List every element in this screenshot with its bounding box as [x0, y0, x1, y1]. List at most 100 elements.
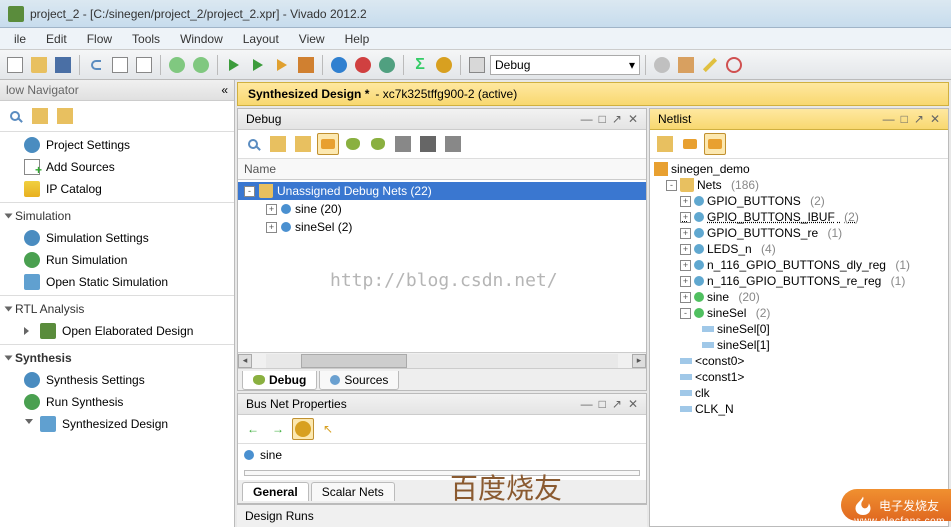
- chip2-button[interactable]: [417, 133, 439, 155]
- nav-run-synthesis[interactable]: Run Synthesis: [0, 391, 234, 413]
- copy-button[interactable]: [109, 54, 131, 76]
- tree-row-sine[interactable]: + sine (20): [238, 200, 646, 218]
- horizontal-scrollbar[interactable]: ◂ ▸: [238, 352, 646, 368]
- undo-button[interactable]: [85, 54, 107, 76]
- open-button[interactable]: [28, 54, 50, 76]
- nav-group-synthesis[interactable]: Synthesis: [0, 344, 234, 369]
- nl-item[interactable]: +sine (20): [652, 289, 946, 305]
- paste-button[interactable]: [133, 54, 155, 76]
- maximize-icon[interactable]: □: [599, 112, 606, 126]
- nl-nets[interactable]: -Nets (186): [652, 177, 946, 193]
- next-button[interactable]: →: [267, 418, 289, 440]
- nl-item[interactable]: +LEDS_n (4): [652, 241, 946, 257]
- collapse-icon[interactable]: -: [244, 186, 255, 197]
- tool-b-button[interactable]: [675, 54, 697, 76]
- nav-open-elaborated[interactable]: Open Elaborated Design: [0, 320, 234, 342]
- node-button[interactable]: [317, 133, 339, 155]
- chip1-button[interactable]: [392, 133, 414, 155]
- nl-item[interactable]: +n_116_GPIO_BUTTONS_re_reg (1): [652, 273, 946, 289]
- nl-node-button[interactable]: [679, 133, 701, 155]
- nl-clkn[interactable]: CLK_N: [652, 401, 946, 417]
- scroll-left-icon[interactable]: ◂: [238, 354, 252, 368]
- debug-add-button[interactable]: [342, 133, 364, 155]
- expand-icon[interactable]: +: [680, 260, 691, 271]
- expand-icon[interactable]: +: [266, 222, 277, 233]
- nl-item[interactable]: +GPIO_BUTTONS_IBUF (2): [652, 209, 946, 225]
- nav-collapse-button[interactable]: [54, 105, 76, 127]
- run-step-button[interactable]: [247, 54, 269, 76]
- nl-const0[interactable]: <const0>: [652, 353, 946, 369]
- new-button[interactable]: [4, 54, 26, 76]
- nl-item[interactable]: +GPIO_BUTTONS_re (1): [652, 225, 946, 241]
- prev-button[interactable]: ←: [242, 418, 264, 440]
- tool-a-button[interactable]: [651, 54, 673, 76]
- nav-search-button[interactable]: [4, 105, 26, 127]
- nav-sim-settings[interactable]: Simulation Settings: [0, 227, 234, 249]
- cursor-button[interactable]: ↖: [317, 418, 339, 440]
- tool-c-button[interactable]: [699, 54, 721, 76]
- nav-ip-catalog[interactable]: IP Catalog: [0, 178, 234, 200]
- debug-tree[interactable]: - Unassigned Debug Nets (22) + sine (20)…: [238, 180, 646, 352]
- highlight-button[interactable]: [292, 418, 314, 440]
- expand-icon[interactable]: -: [680, 308, 691, 319]
- expand-icon[interactable]: +: [680, 196, 691, 207]
- close-icon[interactable]: ✕: [930, 112, 940, 126]
- tab-general[interactable]: General: [242, 482, 309, 501]
- nl-sinesel-1[interactable]: sineSel[1]: [652, 337, 946, 353]
- menu-tools[interactable]: Tools: [122, 30, 170, 48]
- netlist-tree[interactable]: sinegen_demo -Nets (186) +GPIO_BUTTONS (…: [650, 159, 948, 526]
- restore-icon[interactable]: ↗: [914, 112, 924, 126]
- nav-run-sim[interactable]: Run Simulation: [0, 249, 234, 271]
- save-button[interactable]: [52, 54, 74, 76]
- tree-row-sinesel[interactable]: + sineSel (2): [238, 218, 646, 236]
- nav-open-static-sim[interactable]: Open Static Simulation: [0, 271, 234, 293]
- nav-group-rtl[interactable]: RTL Analysis: [0, 295, 234, 320]
- check2-button[interactable]: [352, 54, 374, 76]
- run-button[interactable]: [223, 54, 245, 76]
- maximize-icon[interactable]: □: [599, 397, 606, 411]
- chip3-button[interactable]: [442, 133, 464, 155]
- expand-icon[interactable]: +: [680, 244, 691, 255]
- restore-icon[interactable]: ↗: [612, 112, 622, 126]
- collapse-button[interactable]: [292, 133, 314, 155]
- nl-top[interactable]: sinegen_demo: [652, 161, 946, 177]
- nav-group-simulation[interactable]: Simulation: [0, 202, 234, 227]
- stop-button[interactable]: [295, 54, 317, 76]
- nav-syn-settings[interactable]: Synthesis Settings: [0, 369, 234, 391]
- search-button[interactable]: [242, 133, 264, 155]
- expand-icon[interactable]: +: [680, 292, 691, 303]
- refresh-button[interactable]: [376, 54, 398, 76]
- nl-expand-button[interactable]: [654, 133, 676, 155]
- menu-file[interactable]: ile: [4, 30, 36, 48]
- menu-help[interactable]: Help: [335, 30, 380, 48]
- tab-sources[interactable]: Sources: [319, 371, 399, 390]
- close-icon[interactable]: ✕: [628, 112, 638, 126]
- nav-expand-button[interactable]: [29, 105, 51, 127]
- nav-project-settings[interactable]: Project Settings: [0, 134, 234, 156]
- expand-icon[interactable]: +: [680, 276, 691, 287]
- debug-remove-button[interactable]: [367, 133, 389, 155]
- minimize-icon[interactable]: —: [581, 112, 593, 126]
- run-impl-button[interactable]: [271, 54, 293, 76]
- scroll-right-icon[interactable]: ▸: [632, 354, 646, 368]
- tab-scalar-nets[interactable]: Scalar Nets: [311, 482, 395, 501]
- tree-row-unassigned[interactable]: - Unassigned Debug Nets (22): [238, 182, 646, 200]
- minimize-icon[interactable]: —: [883, 112, 895, 126]
- maximize-icon[interactable]: □: [901, 112, 908, 126]
- nl-item[interactable]: +GPIO_BUTTONS (2): [652, 193, 946, 209]
- expand-button[interactable]: [267, 133, 289, 155]
- nl-item[interactable]: -sineSel (2): [652, 305, 946, 321]
- design-runs-header[interactable]: Design Runs: [237, 504, 647, 527]
- minimize-icon[interactable]: —: [581, 397, 593, 411]
- check1-button[interactable]: [328, 54, 350, 76]
- menu-view[interactable]: View: [289, 30, 335, 48]
- menu-edit[interactable]: Edit: [36, 30, 77, 48]
- nl-sinesel-0[interactable]: sineSel[0]: [652, 321, 946, 337]
- close-icon[interactable]: ✕: [628, 397, 638, 411]
- menu-layout[interactable]: Layout: [233, 30, 289, 48]
- nav-add-sources[interactable]: +Add Sources: [0, 156, 234, 178]
- scroll-thumb[interactable]: [301, 354, 407, 368]
- nl-const1[interactable]: <const1>: [652, 369, 946, 385]
- menu-flow[interactable]: Flow: [77, 30, 122, 48]
- collapse-icon[interactable]: «: [221, 83, 228, 97]
